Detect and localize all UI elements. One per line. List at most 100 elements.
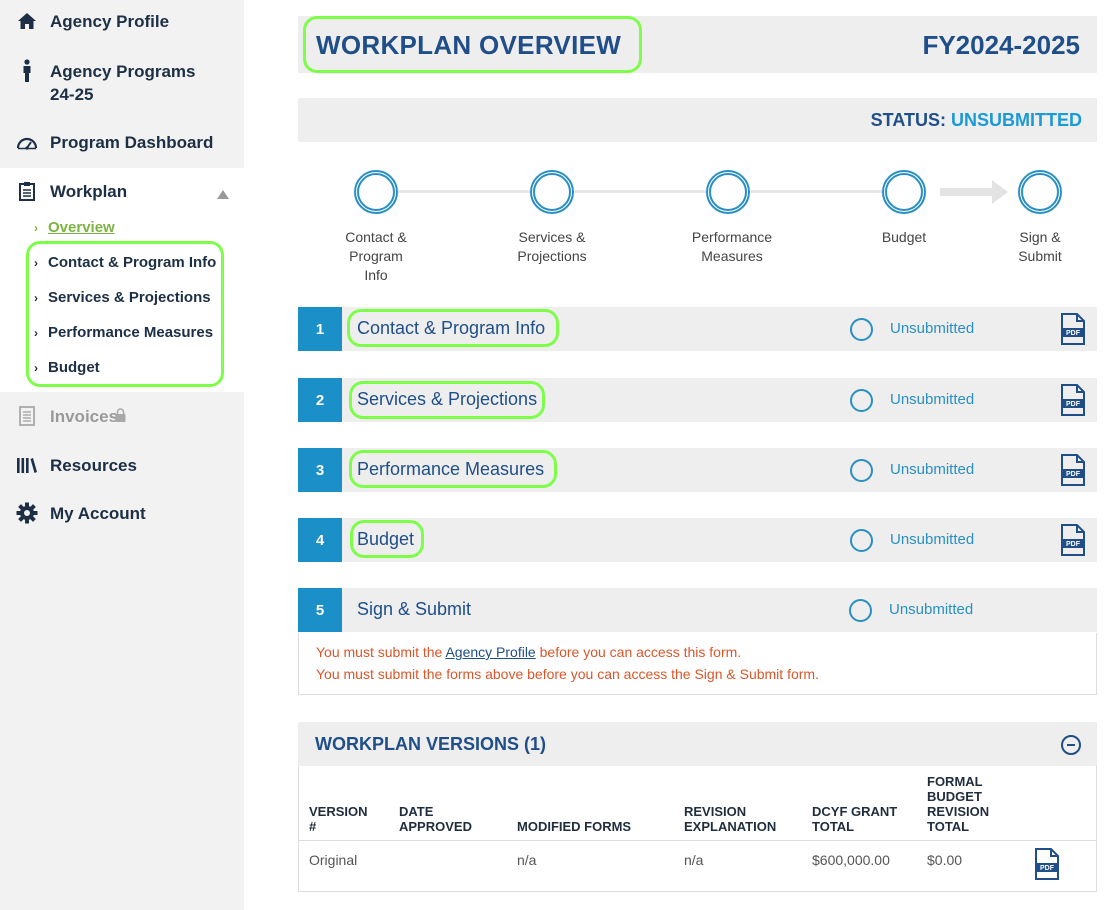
step-label-line: Info [364,267,388,283]
step-label-services: Services & Projections [497,228,607,266]
status-circle-icon [850,389,873,412]
cell-formal: $0.00 [927,852,963,868]
fiscal-year: FY2024-2025 [922,30,1080,60]
step-indicator-services[interactable] [530,170,574,214]
arrow-right-icon [940,180,1008,204]
form-row-sign-submit: 5 Sign & Submit Unsubmitted [298,588,1097,632]
sidebar-label: Agency Profile [50,12,170,31]
sidebar-item-invoices: Invoices [0,405,244,429]
pdf-icon[interactable]: PDF [1034,848,1060,880]
collapse-icon[interactable] [1061,735,1081,755]
home-icon [16,10,38,32]
sidebar-item-program-dashboard[interactable]: Program Dashboard [0,131,244,155]
row-number: 3 [298,448,342,492]
status-badge: STATUS: UNSUBMITTED [871,110,1082,131]
svg-text:PDF: PDF [1066,330,1081,337]
highlight-annotation [26,241,224,387]
header-line: VERSION [309,804,368,819]
step-connector [398,190,531,193]
step-label-line: Measures [701,248,763,264]
sidebar-item-my-account[interactable]: My Account [0,502,244,526]
svg-text:PDF: PDF [1066,541,1081,548]
notice-text: before you can access this form. [535,644,742,660]
sidebar-subitem-overview[interactable]: › Overview [34,219,115,236]
header-line: REVISION [927,804,990,819]
gear-icon [16,502,38,524]
column-header-modified: MODIFIED FORMS [517,819,631,834]
header-line: DATE [399,804,434,819]
column-header-formal: FORMAL BUDGET REVISION TOTAL [927,774,989,834]
cell-version: Original [309,852,358,868]
highlight-annotation [350,520,424,558]
sidebar-item-agency-profile[interactable]: Agency Profile [0,10,244,34]
row-number: 4 [298,518,342,562]
books-icon [16,454,38,476]
notice-line: You must submit the forms above before y… [316,666,819,682]
step-connector [751,190,884,193]
header-line: # [309,819,317,834]
svg-text:PDF: PDF [1066,401,1081,408]
highlight-annotation [303,16,642,73]
header-line: TOTAL [927,819,970,834]
versions-header: WORKPLAN VERSIONS (1) [298,722,1097,766]
header-line: BUDGET [927,789,982,804]
sidebar-label: My Account [50,504,146,523]
caret-up-icon[interactable] [217,186,229,204]
pdf-icon[interactable]: PDF [1060,384,1086,416]
column-header-grant: DCYF GRANT TOTAL [812,804,897,834]
form-status: Unsubmitted [890,391,975,408]
page: Agency Profile Agency Programs 24-25 Pro… [0,0,1115,910]
step-label-contact: Contact & Program Info [321,228,431,285]
step-label-sign-submit: Sign & Submit [985,228,1095,266]
sidebar-label: Program Dashboard [50,133,214,152]
column-header-version: VERSION # [309,804,368,834]
step-indicator-performance[interactable] [706,170,750,214]
divider [299,840,1096,841]
chevron-right-icon: › [34,221,38,235]
column-header-date: DATE APPROVED [399,804,472,834]
step-indicator-contact[interactable] [354,170,398,214]
sidebar-label-year: 24-25 [50,85,94,104]
sidebar-item-agency-programs[interactable]: Agency Programs 24-25 [0,59,244,106]
header-line: MODIFIED FORMS [517,819,632,834]
form-status: Unsubmitted [890,461,975,478]
form-status: Unsubmitted [889,601,974,618]
step-label-line: Services & [518,229,586,245]
step-label-line: Program [349,248,403,264]
pdf-icon[interactable]: PDF [1060,313,1086,345]
step-indicator-sign-submit[interactable] [1018,170,1062,214]
pdf-icon[interactable]: PDF [1060,454,1086,486]
sidebar-item-workplan[interactable]: Workplan [0,180,244,204]
step-label-line: Performance [691,229,773,245]
highlight-annotation [347,309,559,347]
pdf-icon[interactable]: PDF [1060,524,1086,556]
status-circle-icon [850,318,873,341]
sidebar-label: Agency Programs [50,62,196,81]
status-circle-icon [850,529,873,552]
gauge-icon [16,131,38,153]
subitem-label: Overview [48,219,115,236]
notice-line: You must submit the Agency Profile befor… [316,644,741,660]
versions-table: VERSION # DATE APPROVED MODIFIED FORMS R… [298,766,1097,892]
svg-text:PDF: PDF [1066,471,1081,478]
cell-grant: $600,000.00 [812,852,890,868]
header-line: APPROVED [399,819,472,834]
submit-notice: You must submit the Agency Profile befor… [298,633,1097,695]
agency-profile-link[interactable]: Agency Profile [445,644,535,660]
step-connector [575,190,708,193]
document-list-icon [16,405,38,427]
step-indicator-budget[interactable] [882,170,926,214]
versions-title: WORKPLAN VERSIONS (1) [315,734,547,754]
form-status: Unsubmitted [890,320,975,337]
sidebar-item-resources[interactable]: Resources [0,454,244,478]
header-line: FORMAL [927,774,983,789]
status-value: UNSUBMITTED [951,110,1082,130]
status-label: STATUS: [870,110,946,130]
svg-text:PDF: PDF [1040,865,1055,872]
status-circle-icon [850,459,873,482]
sidebar-label: Workplan [50,182,128,201]
step-label-performance: Performance Measures [677,228,787,266]
sidebar-label: Invoices [50,407,119,426]
row-number: 1 [298,307,342,351]
header-line: TOTAL [812,819,855,834]
